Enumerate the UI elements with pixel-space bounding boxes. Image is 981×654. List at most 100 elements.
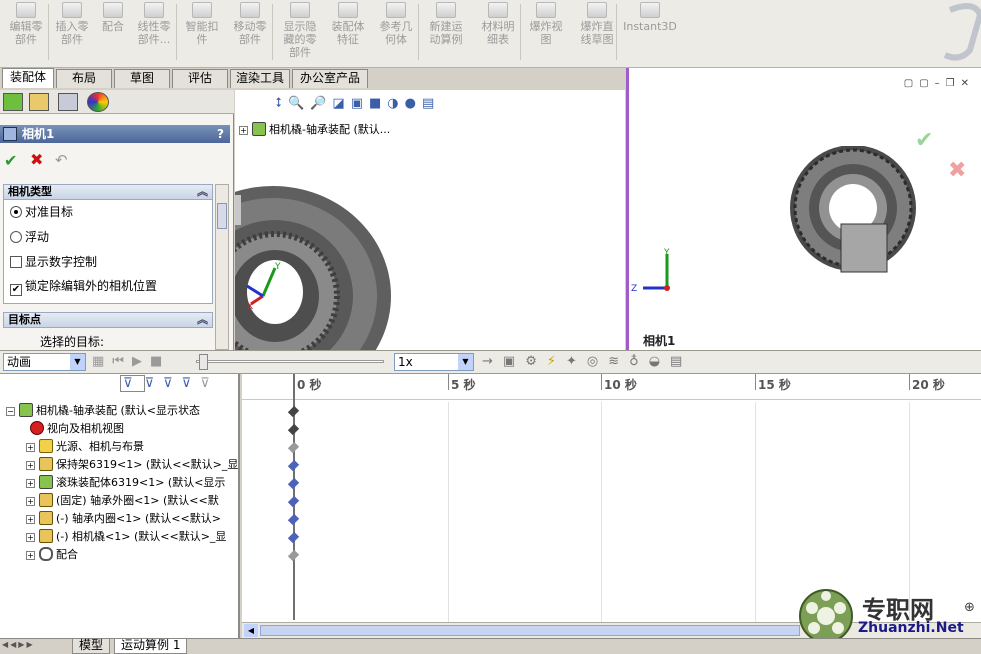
- tree-item-camera-sled[interactable]: + (-) 相机橇<1> (默认<<默认>_显: [26, 528, 226, 546]
- keyframe[interactable]: [287, 531, 300, 544]
- tab-assembly[interactable]: 装配体: [2, 68, 54, 88]
- motor-icon[interactable]: ◎: [587, 354, 608, 369]
- expand-icon[interactable]: +: [239, 126, 248, 135]
- keyframe[interactable]: [287, 477, 300, 490]
- tab-layout[interactable]: 布局: [56, 69, 112, 88]
- split-handle[interactable]: [235, 195, 241, 225]
- expand-icon[interactable]: +: [26, 461, 35, 470]
- section-view-icon[interactable]: ◪: [332, 96, 350, 111]
- expand-icon[interactable]: +: [26, 497, 35, 506]
- results-icon[interactable]: ▤: [670, 354, 692, 369]
- tab-model[interactable]: 模型: [72, 639, 111, 654]
- restore-icon[interactable]: ❐: [946, 78, 961, 89]
- tree-item-inner-ring[interactable]: + (-) 轴承内圈<1> (默认<<默认>: [26, 510, 221, 528]
- filter-selected-icon[interactable]: ⊽: [182, 376, 201, 391]
- assembly-features-button[interactable]: 装配体 特征: [326, 2, 370, 64]
- flyout-tree[interactable]: + 相机橇-轴承装配 (默认...: [239, 121, 390, 137]
- display-manager-tab[interactable]: [87, 92, 109, 112]
- zoom-to-fit-icon[interactable]: ⭥: [275, 96, 288, 111]
- play-icon[interactable]: ▶: [132, 354, 150, 369]
- calculate-icon[interactable]: ▦: [92, 354, 112, 369]
- target-point-header[interactable]: 目标点 ︽: [3, 312, 213, 328]
- checkbox-lock-camera[interactable]: ✔ 锁定除编辑外的相机位置: [10, 278, 157, 296]
- arrow-icon[interactable]: →: [482, 354, 503, 369]
- keyframe[interactable]: [287, 423, 300, 436]
- display-style-icon[interactable]: ■: [369, 96, 387, 111]
- camera-viewport[interactable]: ▢▢–❐✕ ✔ ✖ Y Z 相机1: [626, 68, 981, 350]
- move-component-button[interactable]: 移动零 部件: [226, 2, 274, 64]
- graphics-viewport[interactable]: ⭥🔍🔎◪▣■◑●▤ + 相机橇-轴承装配 (默认... X Y: [235, 90, 625, 350]
- cancel-button[interactable]: ✖: [30, 150, 43, 169]
- tab-render-tools[interactable]: 渲染工具: [230, 69, 290, 88]
- hide-show-icon[interactable]: ◑: [387, 96, 404, 111]
- keyframe[interactable]: [287, 549, 300, 562]
- filter-icon[interactable]: ⊽: [120, 375, 145, 392]
- camera-type-header[interactable]: 相机类型 ︽: [3, 184, 213, 200]
- view-icon[interactable]: ▢: [904, 78, 919, 89]
- slider-thumb[interactable]: [199, 354, 208, 370]
- save-icon[interactable]: ▣: [503, 354, 525, 369]
- property-manager-tab[interactable]: [29, 93, 49, 111]
- scroll-thumb[interactable]: [260, 625, 800, 636]
- keyframe[interactable]: [287, 513, 300, 526]
- filter-animated-icon[interactable]: ⊽: [145, 376, 164, 391]
- edit-component-button[interactable]: 编辑零 部件: [4, 2, 48, 64]
- tab-evaluate[interactable]: 评估: [172, 69, 228, 88]
- spring-icon[interactable]: ≋: [608, 354, 629, 369]
- zoom-icon[interactable]: ⊕: [964, 600, 975, 615]
- appearance-icon[interactable]: ●: [405, 96, 422, 111]
- feature-manager-tab[interactable]: [3, 93, 23, 111]
- undo-button[interactable]: ↶: [55, 151, 68, 169]
- expand-icon[interactable]: +: [26, 515, 35, 524]
- keyframe[interactable]: [287, 495, 300, 508]
- new-motion-study-button[interactable]: 新建运 动算例: [422, 2, 470, 64]
- keyframe[interactable]: [287, 405, 300, 418]
- option-floating[interactable]: 浮动: [10, 229, 49, 245]
- bill-of-materials-button[interactable]: 材料明 细表: [474, 2, 522, 64]
- expand-icon[interactable]: +: [26, 479, 35, 488]
- option-aim-at-target[interactable]: 对准目标: [10, 204, 73, 220]
- help-button[interactable]: ?: [217, 125, 224, 143]
- keyframe[interactable]: [287, 459, 300, 472]
- close-icon[interactable]: ✕: [961, 78, 975, 89]
- instant3d-button[interactable]: Instant3D: [622, 2, 678, 64]
- stop-icon[interactable]: ■: [150, 354, 170, 369]
- zoom-icon[interactable]: 🔎: [310, 96, 332, 111]
- tree-item-assembly[interactable]: − 相机橇-轴承装配 (默认<显示状态: [6, 402, 200, 420]
- tree-item-lights[interactable]: + 光源、相机与布景: [26, 438, 144, 456]
- add-key-icon[interactable]: ✦: [566, 354, 587, 369]
- collapse-icon[interactable]: −: [6, 407, 15, 416]
- keyframe[interactable]: [287, 441, 300, 454]
- gravity-icon[interactable]: ◒: [649, 354, 670, 369]
- scene-icon[interactable]: ▤: [422, 96, 440, 111]
- filter-results-icon[interactable]: ⊽: [200, 376, 219, 391]
- tree-item-mates[interactable]: + 配合: [26, 546, 78, 564]
- insert-components-button[interactable]: 插入零 部件: [50, 2, 94, 64]
- view-orientation-icon[interactable]: ▣: [351, 96, 369, 111]
- tree-item-outer-ring[interactable]: + (固定) 轴承外圈<1> (默认<<默: [26, 492, 219, 510]
- expand-icon[interactable]: +: [26, 443, 35, 452]
- scroll-left-icon[interactable]: ◀: [244, 624, 258, 637]
- tab-scroll-buttons[interactable]: ◀◀▶▶: [2, 640, 35, 649]
- cancel-icon[interactable]: ✖: [948, 158, 966, 183]
- panel-scrollbar[interactable]: [215, 184, 229, 350]
- ok-button[interactable]: ✔: [4, 151, 17, 170]
- view-icon[interactable]: ▢: [919, 78, 934, 89]
- tree-item-ball-assembly[interactable]: + 滚珠装配体6319<1> (默认<显示: [26, 474, 225, 492]
- tab-motion-study-1[interactable]: 运动算例 1: [114, 639, 188, 654]
- explode-line-sketch-button[interactable]: 爆炸直 线草图: [572, 2, 622, 64]
- rewind-icon[interactable]: ⏮: [112, 354, 132, 369]
- contact-icon[interactable]: ♁: [629, 354, 649, 369]
- playback-slider[interactable]: [196, 354, 384, 370]
- exploded-view-button[interactable]: 爆炸视 图: [524, 2, 568, 64]
- reference-geometry-button[interactable]: 参考几 何体: [372, 2, 420, 64]
- tree-item-cage[interactable]: + 保持架6319<1> (默认<<默认>_显: [26, 456, 238, 474]
- expand-icon[interactable]: +: [26, 533, 35, 542]
- minimize-icon[interactable]: –: [935, 78, 946, 89]
- configuration-manager-tab[interactable]: [58, 93, 78, 111]
- checkbox-show-numeric[interactable]: 显示数字控制: [10, 254, 97, 270]
- smart-fasteners-button[interactable]: 智能扣 件: [180, 2, 224, 64]
- autokey-icon[interactable]: ⚡: [547, 354, 566, 369]
- expand-icon[interactable]: +: [26, 551, 35, 560]
- speed-select[interactable]: 1x ▼: [394, 353, 474, 371]
